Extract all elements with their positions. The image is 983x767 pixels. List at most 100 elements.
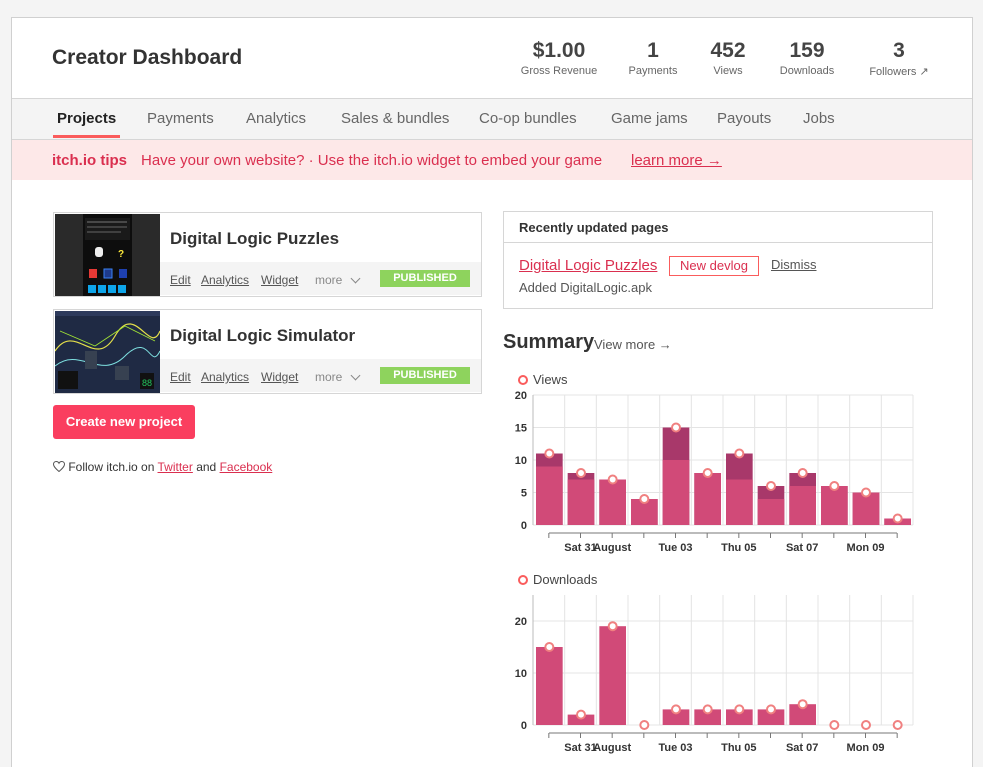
data-point xyxy=(544,448,555,459)
tab-payouts[interactable]: Payouts xyxy=(717,110,771,127)
tips-label: itch.io tips xyxy=(52,152,127,169)
twitter-link[interactable]: Twitter xyxy=(158,460,193,474)
x-tick-label: Sat 31 xyxy=(564,742,596,754)
project-card: 88 Digital Logic Simulator Edit Analytic… xyxy=(53,309,482,394)
tips-learn-more-link[interactable]: learn more → xyxy=(631,152,722,169)
data-point xyxy=(576,709,586,720)
tab-analytics[interactable]: Analytics xyxy=(246,110,306,127)
more-dropdown[interactable]: more xyxy=(315,370,342,384)
data-point xyxy=(671,422,681,433)
chevron-down-icon[interactable] xyxy=(350,370,361,381)
data-point xyxy=(766,481,776,491)
stat-gross-revenue[interactable]: $1.00 Gross Revenue xyxy=(509,38,609,77)
dismiss-link[interactable]: Dismiss xyxy=(771,257,817,272)
recent-page-link[interactable]: Digital Logic Puzzles xyxy=(519,257,657,274)
project-title[interactable]: Digital Logic Simulator xyxy=(170,326,355,346)
data-point xyxy=(829,481,840,491)
stat-views[interactable]: 452 Views xyxy=(694,38,762,77)
view-more-link[interactable]: View more → xyxy=(594,337,672,352)
follow-and: and xyxy=(196,460,217,474)
data-point xyxy=(576,468,586,478)
analytics-link[interactable]: Analytics xyxy=(201,370,249,384)
bar-segment xyxy=(567,479,595,525)
new-devlog-tag[interactable]: New devlog xyxy=(669,256,759,276)
stat-label: Payments xyxy=(628,65,678,77)
stat-downloads[interactable]: 159 Downloads xyxy=(765,38,849,77)
dashboard-frame: Creator Dashboard $1.00 Gross Revenue 1 … xyxy=(11,17,973,767)
tab-payments[interactable]: Payments xyxy=(147,110,214,127)
facebook-link[interactable]: Facebook xyxy=(220,460,273,474)
project-thumbnail[interactable]: ? xyxy=(55,214,160,296)
x-tick-label: Sat 07 xyxy=(786,542,818,554)
bar-segment xyxy=(757,499,785,525)
header: Creator Dashboard $1.00 Gross Revenue 1 … xyxy=(12,18,972,99)
data-point xyxy=(702,704,713,715)
y-tick-label: 5 xyxy=(521,488,527,500)
svg-text:88: 88 xyxy=(142,378,152,388)
stat-label: Views xyxy=(713,65,743,77)
data-point xyxy=(734,704,745,715)
data-point xyxy=(766,704,776,715)
x-tick-label: Thu 05 xyxy=(721,742,756,754)
y-tick-label: 0 xyxy=(521,720,527,732)
data-point xyxy=(639,720,650,730)
tips-text: Have your own website? · Use the itch.io… xyxy=(141,152,603,169)
page-title: Creator Dashboard xyxy=(52,46,243,69)
project-card: ? Digital Logic Puzzles Edit Analytics W… xyxy=(53,212,482,297)
edit-link[interactable]: Edit xyxy=(170,370,191,384)
recent-title: Recently updated pages xyxy=(519,220,669,235)
chart-title: Views xyxy=(533,372,568,387)
bar xyxy=(599,626,626,725)
published-badge: PUBLISHED xyxy=(380,367,470,384)
project-thumbnail[interactable]: 88 xyxy=(55,311,160,393)
stat-payments[interactable]: 1 Payments xyxy=(612,38,694,77)
x-tick-label: Tue 03 xyxy=(658,542,692,554)
y-tick-label: 10 xyxy=(515,455,527,467)
edit-link[interactable]: Edit xyxy=(170,273,191,287)
y-tick-label: 20 xyxy=(515,616,527,628)
x-tick-label: Mon 09 xyxy=(847,742,885,754)
data-point xyxy=(829,720,840,730)
y-tick-label: 10 xyxy=(515,668,527,680)
stat-value: 452 xyxy=(710,39,746,62)
widget-link[interactable]: Widget xyxy=(261,273,298,287)
chart-title: Downloads xyxy=(533,572,598,587)
stat-value: 1 xyxy=(647,39,659,62)
data-point xyxy=(734,448,745,459)
tab-coop-bundles[interactable]: Co-op bundles xyxy=(479,110,577,127)
data-point xyxy=(797,699,808,710)
tab-sales-bundles[interactable]: Sales & bundles xyxy=(341,110,449,127)
stat-value: $1.00 xyxy=(532,39,586,62)
y-tick-label: 20 xyxy=(515,390,527,402)
x-tick-label: August xyxy=(593,542,631,554)
analytics-link[interactable]: Analytics xyxy=(201,273,249,287)
widget-link[interactable]: Widget xyxy=(261,370,298,384)
downloads-chart: Downloads 0 10 20 Sat 31August Tue 03 Thu 05 Sa… xyxy=(515,572,914,754)
tab-game-jams[interactable]: Game jams xyxy=(611,110,688,127)
project-title[interactable]: Digital Logic Puzzles xyxy=(170,229,339,249)
data-point xyxy=(797,468,808,478)
create-new-project-button[interactable]: Create new project xyxy=(53,405,195,439)
data-point xyxy=(861,720,871,730)
stat-label: Gross Revenue xyxy=(520,65,598,77)
heart-icon xyxy=(52,460,66,473)
bar-segment xyxy=(789,486,816,525)
x-tick-label: Sat 07 xyxy=(786,742,818,754)
bar-segment xyxy=(662,460,690,525)
tab-jobs[interactable]: Jobs xyxy=(803,110,835,127)
x-tick-label: Thu 05 xyxy=(721,542,756,554)
svg-text:?: ? xyxy=(118,249,124,260)
bar-segment xyxy=(726,479,753,525)
data-point xyxy=(671,704,681,715)
stat-followers[interactable]: 3 Followers ↗ xyxy=(859,38,939,78)
stat-label: Downloads xyxy=(779,65,835,77)
more-dropdown[interactable]: more xyxy=(315,273,342,287)
x-tick-label: August xyxy=(593,742,631,754)
data-point xyxy=(702,468,713,478)
stat-value: 3 xyxy=(893,39,905,62)
project-actions: Edit Analytics Widget more PUBLISHED xyxy=(160,359,481,392)
chevron-down-icon[interactable] xyxy=(350,273,361,284)
data-point xyxy=(861,487,871,498)
legend-marker xyxy=(518,375,528,385)
tab-projects[interactable]: Projects xyxy=(52,110,121,138)
